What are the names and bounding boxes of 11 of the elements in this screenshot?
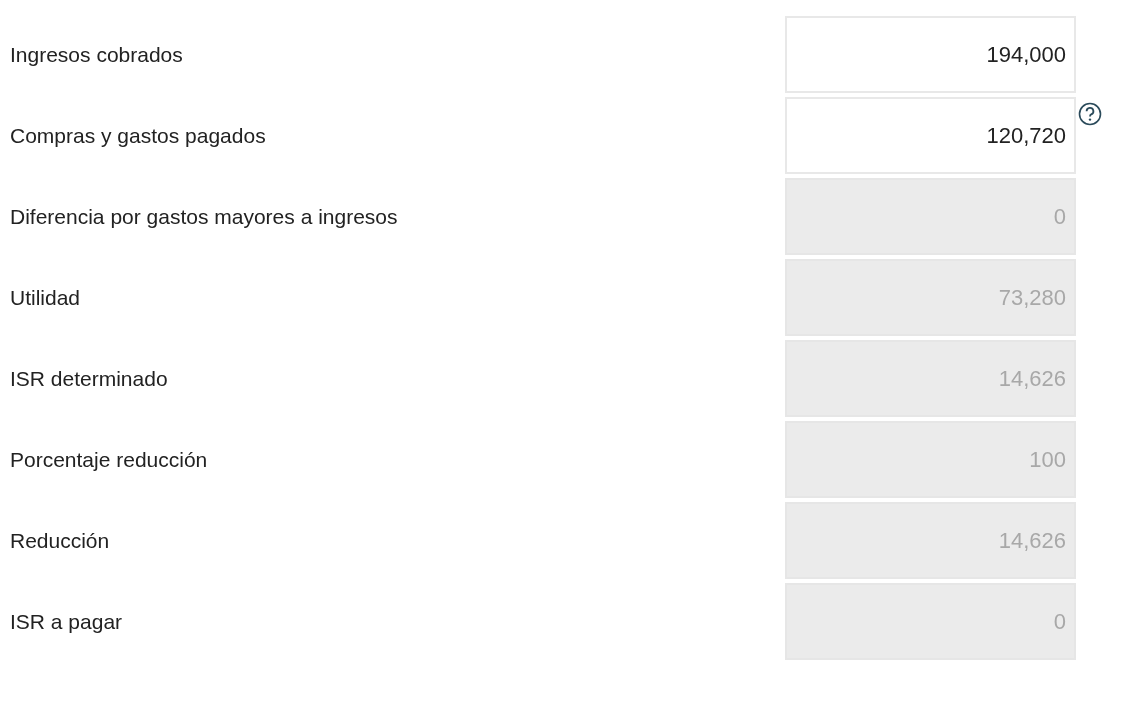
help-icon[interactable] xyxy=(1078,102,1102,126)
input-field[interactable]: 120,720 xyxy=(785,97,1076,174)
field-label: Ingresos cobrados xyxy=(10,42,183,67)
field-label: Reducción xyxy=(10,528,110,553)
field-label: Utilidad xyxy=(10,285,81,310)
field-label: Compras y gastos pagados xyxy=(10,123,266,148)
field-label: ISR determinado xyxy=(10,366,168,391)
field-label: Porcentaje reducción xyxy=(10,447,208,472)
field-label: Diferencia por gastos mayores a ingresos xyxy=(10,204,398,229)
input-field[interactable]: 194,000 xyxy=(785,16,1076,93)
field-label: ISR a pagar xyxy=(10,609,123,634)
